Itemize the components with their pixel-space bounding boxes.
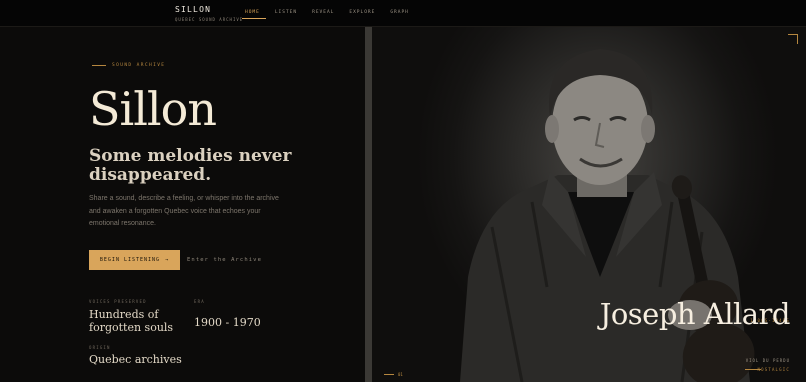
brand-name: SILLON — [175, 5, 212, 14]
brand-logo[interactable]: SILLON QUEBEC SOUND ARCHIVE — [175, 5, 243, 22]
era-value: 1900 - 1970 — [194, 316, 261, 329]
voices-preserved-label: VOICES PRESERVED — [89, 299, 147, 304]
corner-bracket — [788, 34, 798, 44]
slide-index: 01 — [384, 372, 403, 377]
origin-label: ORIGIN — [89, 345, 111, 350]
nav-item-reveal[interactable]: REVEAL — [312, 10, 334, 15]
voices-preserved-value: Hundreds of forgotten souls — [89, 308, 174, 334]
main-nav: HOME LISTEN REVEAL EXPLORE GRAPH — [242, 10, 424, 19]
slide-index-rule — [384, 374, 394, 375]
top-navigation-bar: SILLON QUEBEC SOUND ARCHIVE HOME LISTEN … — [0, 0, 806, 27]
hero-eyebrow: SOUND ARCHIVE — [92, 63, 165, 68]
era-label: ERA — [194, 299, 205, 304]
begin-listening-label: BEGIN LISTENING — [99, 257, 161, 263]
brand-subtitle: QUEBEC SOUND ARCHIVE — [175, 17, 244, 22]
arrow-right-icon: → — [165, 257, 170, 263]
slide-index-number: 01 — [398, 372, 403, 377]
hero-description: Share a sound, describe a feeling, or wh… — [89, 195, 279, 227]
eyebrow-rule — [92, 65, 106, 66]
nav-item-home[interactable]: HOME — [242, 10, 266, 19]
hero-title: Sillon — [89, 82, 217, 136]
nav-item-label: HOME — [245, 10, 260, 15]
featured-person-name: Joseph Allard — [599, 297, 791, 331]
hero-subtitle: Some melodies never disappeared. — [89, 146, 292, 185]
portrait-ear-left — [545, 115, 559, 143]
nav-item-graph[interactable]: GRAPH — [390, 10, 409, 15]
begin-listening-button[interactable]: BEGIN LISTENING → — [89, 250, 180, 270]
origin-value: Quebec archives — [89, 353, 182, 366]
portrait-ear-right — [641, 115, 655, 143]
eyebrow-label: SOUND ARCHIVE — [112, 63, 166, 68]
nav-item-listen[interactable]: LISTEN — [275, 10, 297, 15]
enter-archive-link[interactable]: Enter the Archive — [187, 257, 262, 263]
panel-divider — [365, 27, 372, 382]
nav-item-explore[interactable]: EXPLORE — [349, 10, 375, 15]
feature-instrument-label: VIOL DU PERDU — [745, 358, 790, 363]
nav-active-underline — [242, 18, 266, 19]
feature-tag-badge: NOSTALGIC — [757, 367, 790, 372]
